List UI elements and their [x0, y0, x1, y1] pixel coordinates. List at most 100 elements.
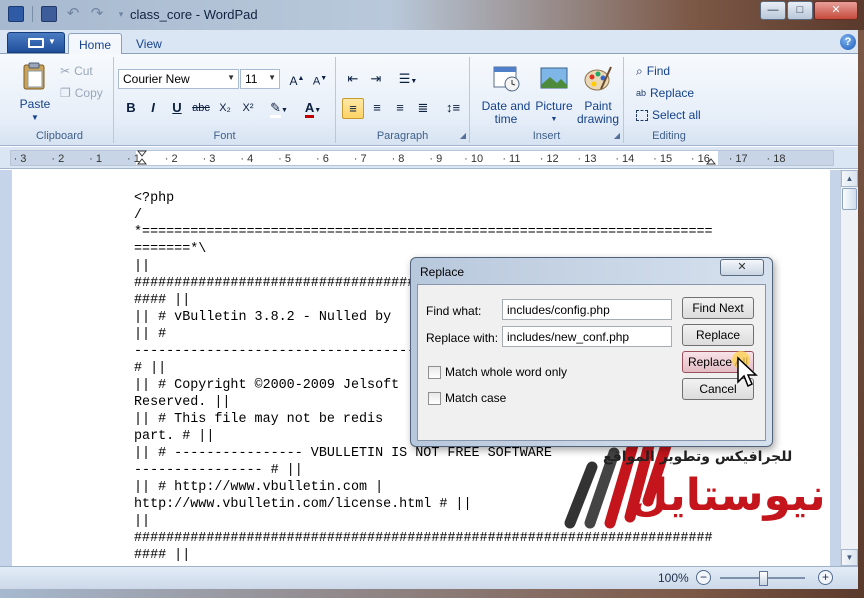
window-title: class_core - WordPad [130, 7, 258, 22]
bold-button[interactable]: B [120, 98, 142, 119]
maximize-button[interactable]: □ [787, 1, 813, 20]
superscript-button[interactable]: X² [237, 98, 259, 119]
chevron-down-icon: ▼ [48, 37, 56, 46]
align-left-button[interactable]: ≡ [342, 98, 364, 119]
window-controls: — □ ✕ [760, 1, 858, 20]
bullet-list-icon: ☰ [398, 71, 411, 86]
quick-access-toolbar: ↶ ↷ ▾ [8, 6, 129, 22]
help-icon[interactable]: ? [840, 34, 856, 50]
find-next-button[interactable]: Find Next [682, 297, 754, 319]
ruler-tick-label: · 7 [353, 153, 367, 165]
dialog-title: Replace [420, 265, 465, 279]
group-label: Insert [532, 130, 561, 142]
ruler-tick-label: · 2 [164, 153, 178, 165]
ribbon: Paste ▼ ✂ Cut ❐ Copy Clipboard Courier N… [0, 54, 864, 146]
find-button[interactable]: ⌕ Find [636, 62, 670, 80]
replace-dialog-button[interactable]: Replace [682, 324, 754, 346]
picture-button[interactable]: Picture ▼ [532, 63, 576, 126]
justify-button[interactable]: ≣ [412, 98, 434, 119]
date-time-button[interactable]: Date and time [480, 63, 532, 126]
group-label: Paragraph [376, 130, 429, 142]
tab-view[interactable]: View [126, 33, 172, 55]
scroll-up-button[interactable]: ▲ [841, 170, 858, 187]
decrease-indent-icon[interactable]: ⇤ [342, 69, 364, 90]
font-family-select[interactable]: Courier New ▼ [118, 69, 239, 89]
right-indent-marker[interactable] [706, 150, 716, 166]
zoom-out-button[interactable]: − [696, 570, 711, 585]
left-margin-zone [11, 151, 136, 165]
replace-label: Replace [650, 86, 695, 100]
minimize-button[interactable]: — [760, 1, 786, 20]
replace-with-input[interactable]: includes/new_conf.php [502, 326, 672, 347]
wordpad-app-icon [8, 6, 24, 22]
picture-label: Picture [535, 99, 573, 113]
text-color-icon: A [304, 100, 315, 118]
zoom-level: 100% [658, 571, 689, 585]
watermark-title: نيوستايل [630, 470, 827, 521]
redo-icon[interactable]: ↷ [89, 6, 105, 22]
highlighter-icon: ✎ [270, 100, 281, 118]
shrink-font-button[interactable]: A▼ [309, 69, 331, 90]
close-button[interactable]: ✕ [814, 1, 858, 20]
binoculars-icon: ⌕ [636, 63, 643, 78]
underline-button[interactable]: U [166, 98, 188, 119]
scroll-thumb[interactable] [842, 188, 857, 210]
replace-button[interactable]: ab Replace [636, 84, 694, 102]
ruler-tick-label: · 18 [766, 153, 786, 165]
match-whole-word-checkbox[interactable]: Match whole word only [428, 365, 567, 379]
tab-home[interactable]: Home [68, 33, 123, 55]
select-all-label: Select all [652, 108, 701, 122]
paste-button[interactable]: Paste ▼ [10, 61, 60, 124]
match-case-checkbox[interactable]: Match case [428, 391, 506, 405]
paint-drawing-button[interactable]: Paint drawing [574, 63, 622, 126]
bullets-button[interactable]: ☰▼ [391, 69, 425, 90]
font-family-value: Courier New [123, 72, 190, 86]
zoom-in-button[interactable]: + [818, 570, 833, 585]
insert-group: Date and time Picture ▼ Paint drawing In… [470, 57, 624, 143]
picture-icon [540, 67, 568, 89]
dialog-close-button[interactable]: ✕ [720, 259, 764, 276]
zoom-slider-thumb[interactable] [759, 571, 768, 586]
font-size-value: 11 [245, 72, 258, 86]
align-right-button[interactable]: ≡ [389, 98, 411, 119]
cut-button[interactable]: ✂ Cut [60, 62, 93, 80]
chevron-down-icon: ▼ [31, 113, 39, 122]
highlight-color-button[interactable]: ✎▼ [264, 98, 294, 119]
left-indent-marker[interactable] [137, 150, 147, 166]
ruler[interactable]: · 3 · 2 · 1 · 1 · 2 · 3 · 4 · 5 · 6 · 7 · 8 · 9 · 10… [0, 147, 864, 169]
grow-font-button[interactable]: A▲ [286, 69, 308, 90]
text-color-button[interactable]: A▼ [297, 98, 329, 119]
group-label: Editing [652, 130, 686, 142]
select-all-button[interactable]: Select all [636, 106, 701, 124]
customize-toolbar-icon[interactable]: ▾ [113, 6, 129, 22]
align-center-button[interactable]: ≡ [366, 98, 388, 119]
ruler-tick-label: · 9 [429, 153, 443, 165]
align-center-icon: ≡ [373, 100, 381, 115]
checkbox-box [428, 365, 441, 379]
find-label: Find [646, 64, 671, 78]
chevron-down-icon: ▼ [227, 73, 235, 82]
font-size-select[interactable]: 11 ▼ [240, 69, 280, 89]
subscript-button[interactable]: X₂ [214, 98, 236, 119]
dialog-launcher-icon[interactable]: ◢ [614, 131, 620, 140]
paste-label: Paste [19, 97, 51, 111]
mouse-pointer-icon [732, 351, 758, 388]
undo-icon[interactable]: ↶ [65, 6, 81, 22]
find-what-input[interactable]: includes/config.php [502, 299, 672, 320]
strikethrough-button[interactable]: abc [190, 98, 212, 119]
application-menu-button[interactable]: ▼ [7, 32, 65, 53]
line-spacing-button[interactable]: ↕≡ [438, 98, 468, 119]
italic-button[interactable]: I [142, 98, 164, 119]
paint-palette-icon [584, 66, 612, 91]
dialog-launcher-icon[interactable]: ◢ [460, 131, 466, 140]
window-frame-bottom [0, 589, 864, 598]
vertical-scrollbar[interactable]: ▲ ▼ [840, 170, 858, 566]
ruler-tick-label: · 4 [240, 153, 254, 165]
save-icon[interactable] [41, 6, 57, 22]
copy-button[interactable]: ❐ Copy [60, 84, 103, 102]
title-bar: ↶ ↷ ▾ class_core - WordPad — □ ✕ [0, 0, 864, 30]
increase-indent-icon[interactable]: ⇥ [365, 69, 387, 90]
scroll-down-button[interactable]: ▼ [841, 549, 858, 566]
editing-group: ⌕ Find ab Replace Select all Editing [624, 57, 714, 143]
match-whole-word-label: Match whole word only [445, 365, 568, 379]
